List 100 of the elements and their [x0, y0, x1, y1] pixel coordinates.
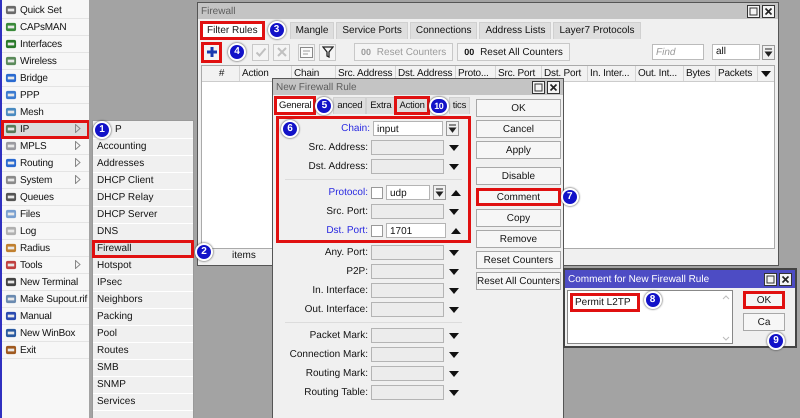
- dialog-button[interactable]: Comment: [476, 188, 561, 206]
- dropdown-arrow-icon[interactable]: [449, 332, 459, 338]
- menu-item[interactable]: Interfaces: [2, 36, 89, 53]
- submenu-item[interactable]: Packing: [93, 309, 193, 325]
- menu-item[interactable]: IP: [2, 121, 89, 138]
- input-field[interactable]: [371, 302, 444, 317]
- tab[interactable]: Action: [395, 97, 429, 114]
- input-field[interactable]: [371, 140, 444, 155]
- input-field[interactable]: [371, 366, 444, 381]
- dropdown-arrow-icon[interactable]: [449, 144, 459, 150]
- column-header[interactable]: In. Inter...: [588, 66, 636, 81]
- dropdown-arrow-icon[interactable]: [449, 288, 459, 294]
- input-field[interactable]: [371, 264, 444, 279]
- dialog-button[interactable]: Remove: [476, 230, 561, 248]
- menu-item[interactable]: Radius: [2, 240, 89, 257]
- submenu-item[interactable]: Pool: [93, 326, 193, 342]
- dropdown-button[interactable]: [762, 44, 775, 60]
- input-field[interactable]: 1701: [386, 223, 446, 238]
- dialog-button[interactable]: Reset Counters: [476, 251, 561, 269]
- menu-item[interactable]: Files: [2, 206, 89, 223]
- menu-item[interactable]: New WinBox: [2, 325, 89, 342]
- input-field[interactable]: [371, 159, 444, 174]
- submenu-item[interactable]: Neighbors: [93, 292, 193, 308]
- up-arrow-icon[interactable]: [451, 228, 461, 234]
- dropdown-arrow-icon[interactable]: [449, 208, 459, 214]
- input-field[interactable]: [371, 347, 444, 362]
- menu-item[interactable]: Wireless: [2, 53, 89, 70]
- menu-item[interactable]: New Terminal: [2, 274, 89, 291]
- menu-item[interactable]: PPP: [2, 87, 89, 104]
- menu-item[interactable]: Bridge: [2, 70, 89, 87]
- dialog-button[interactable]: Apply: [476, 141, 561, 159]
- submenu-item[interactable]: DHCP Relay: [93, 190, 193, 206]
- menu-item[interactable]: CAPsMAN: [2, 19, 89, 36]
- menu-item[interactable]: Exit: [2, 342, 89, 359]
- dropdown-arrow-icon[interactable]: [761, 70, 771, 76]
- submenu-item[interactable]: DHCP Server: [93, 207, 193, 223]
- dialog-button[interactable]: Copy: [476, 209, 561, 227]
- column-header[interactable]: Packets: [716, 66, 758, 81]
- dropdown-arrow-icon[interactable]: [449, 306, 459, 312]
- tab[interactable]: Extra: [366, 97, 396, 114]
- dropdown-arrow-icon[interactable]: [449, 352, 459, 358]
- tab[interactable]: Connections: [410, 22, 478, 38]
- submenu-item[interactable]: DNS: [93, 224, 193, 240]
- dialog-button[interactable]: OK: [743, 291, 785, 309]
- maximize-icon[interactable]: [764, 272, 777, 286]
- menu-item[interactable]: System: [2, 172, 89, 189]
- checkbox[interactable]: [371, 186, 383, 198]
- dialog-button[interactable]: Cancel: [476, 120, 561, 138]
- tab[interactable]: General: [275, 97, 316, 114]
- dialog-button[interactable]: OK: [476, 99, 561, 117]
- dropdown-arrow-icon[interactable]: [449, 268, 459, 274]
- dialog-button[interactable]: Reset All Counters: [476, 272, 561, 290]
- filter-button[interactable]: [319, 44, 336, 60]
- submenu-item[interactable]: DHCP Client: [93, 173, 193, 189]
- filter-dropdown[interactable]: all: [712, 44, 760, 60]
- menu-item[interactable]: Tools: [2, 257, 89, 274]
- input-field[interactable]: [371, 328, 444, 343]
- up-arrow-icon[interactable]: [451, 190, 461, 196]
- find-field[interactable]: Find: [652, 44, 704, 60]
- tab[interactable]: tics: [448, 97, 470, 114]
- close-icon[interactable]: [779, 272, 792, 286]
- menu-item[interactable]: MPLS: [2, 138, 89, 155]
- dropdown-arrow-icon[interactable]: [449, 370, 459, 376]
- submenu-item[interactable]: Addresses: [93, 156, 193, 172]
- input-field[interactable]: [371, 204, 444, 219]
- submenu-item[interactable]: Routes: [93, 343, 193, 359]
- tab[interactable]: Filter Rules: [201, 22, 264, 38]
- reset-counters-button[interactable]: 00 Reset All Counters: [457, 43, 570, 61]
- submenu-item[interactable]: Firewall: [93, 241, 193, 257]
- dropdown-button[interactable]: [446, 121, 459, 136]
- submenu-item[interactable]: SMB: [93, 360, 193, 376]
- menu-item[interactable]: Routing: [2, 155, 89, 172]
- menu-item[interactable]: Manual: [2, 308, 89, 325]
- tab[interactable]: Layer7 Protocols: [553, 22, 641, 38]
- column-header[interactable]: Bytes: [684, 66, 716, 81]
- column-header[interactable]: Out. Int...: [636, 66, 684, 81]
- submenu-item[interactable]: Services: [93, 394, 193, 410]
- menu-item[interactable]: Queues: [2, 189, 89, 206]
- comment-text-area[interactable]: Permit L2TP 8: [567, 290, 733, 344]
- menu-item[interactable]: Log: [2, 223, 89, 240]
- add-button[interactable]: [201, 42, 222, 62]
- checkbox[interactable]: [371, 224, 383, 236]
- dialog-button[interactable]: Ca: [743, 313, 785, 331]
- input-field[interactable]: [371, 385, 444, 400]
- tab[interactable]: anced: [333, 97, 366, 114]
- dialog-button[interactable]: Disable: [476, 167, 561, 185]
- menu-item[interactable]: Quick Set: [2, 2, 89, 19]
- dropdown-arrow-icon[interactable]: [449, 250, 459, 256]
- input-field[interactable]: udp: [386, 185, 430, 200]
- submenu-item[interactable]: SNMP: [93, 377, 193, 393]
- tab[interactable]: Address Lists: [479, 22, 552, 38]
- submenu-item[interactable]: P: [111, 122, 193, 138]
- submenu-item[interactable]: Hotspot: [93, 258, 193, 274]
- input-field[interactable]: [371, 245, 444, 260]
- submenu-item[interactable]: Accounting: [93, 139, 193, 155]
- submenu-item[interactable]: IPsec: [93, 275, 193, 291]
- dropdown-arrow-icon[interactable]: [449, 164, 459, 170]
- menu-item[interactable]: Make Supout.rif: [2, 291, 89, 308]
- tab[interactable]: Mangle: [290, 22, 334, 38]
- dropdown-button[interactable]: [433, 185, 446, 200]
